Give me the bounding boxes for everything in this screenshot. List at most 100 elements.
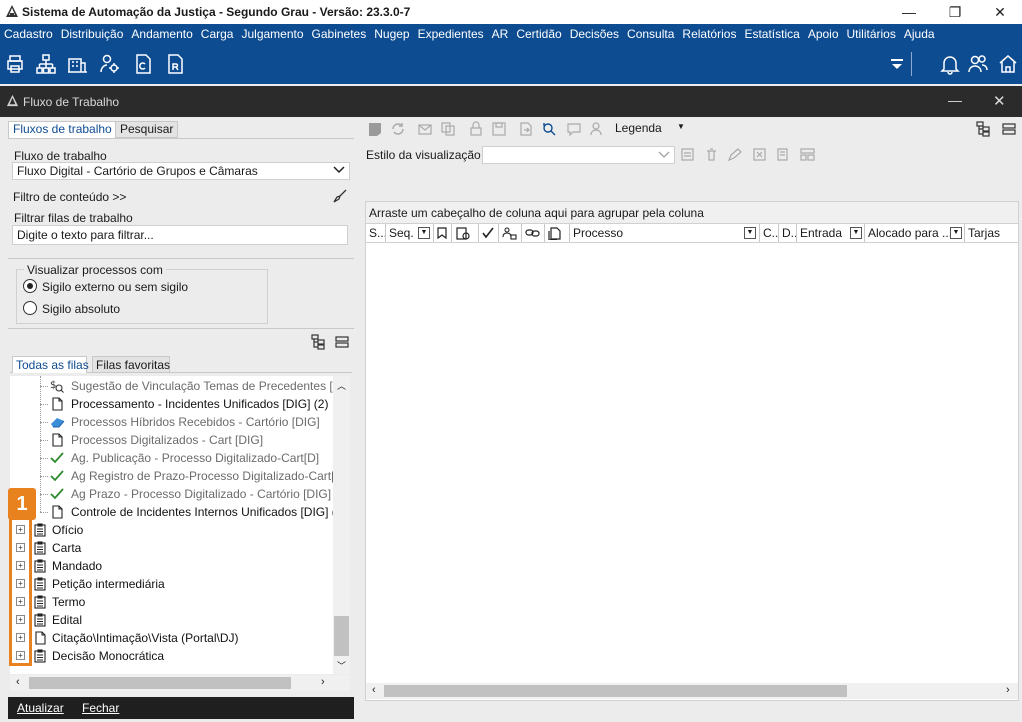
atualizar-button[interactable]: Atualizar (17, 701, 64, 715)
save-doc-icon[interactable] (491, 121, 507, 137)
export-style-icon[interactable] (752, 147, 767, 162)
menu-item[interactable]: Consulta (623, 27, 678, 41)
col-header-tarjas[interactable]: Tarjas (965, 224, 1018, 242)
lock-doc-icon[interactable] (468, 121, 484, 137)
tree-item[interactable]: + Decisão Monocrática (10, 647, 332, 665)
menu-item[interactable]: Distribuição (57, 27, 128, 41)
col-link-icon[interactable] (522, 224, 545, 242)
home-icon[interactable] (997, 53, 1019, 75)
tree-item[interactable]: Ag. Publicação - Processo Digitalizado-C… (10, 449, 332, 467)
scroll-h-thumb[interactable] (29, 677, 291, 689)
estilo-select[interactable] (482, 146, 675, 164)
col-entrada-filter-icon[interactable]: ▼ (850, 227, 862, 239)
document-r-icon[interactable] (164, 53, 186, 75)
tree-item[interactable]: + Ofício (10, 521, 332, 539)
dropdown-icon[interactable] (886, 53, 908, 75)
scroll-down-icon[interactable]: ﹀ (337, 659, 346, 672)
scroll-up-icon[interactable]: ︿ (337, 379, 346, 392)
doc-transfer-icon[interactable] (518, 121, 534, 137)
menu-item[interactable]: Andamento (127, 27, 196, 41)
tree-expand-icon-right[interactable] (976, 121, 992, 137)
menu-item[interactable]: Certidão (512, 27, 565, 41)
menu-item[interactable]: Gabinetes (308, 27, 371, 41)
col-check-icon[interactable] (479, 224, 499, 242)
menu-item[interactable]: Expedientes (414, 27, 488, 41)
menu-item[interactable]: Cadastro (0, 27, 57, 41)
minimize-button[interactable]: — (886, 0, 932, 24)
scroll-right-icon[interactable]: › (321, 676, 325, 688)
copy-icon[interactable] (440, 121, 456, 137)
tree-horizontal-scrollbar[interactable]: ‹ › (10, 675, 350, 691)
tree-item[interactable]: + Citação\Intimação\Vista (Portal\DJ) (10, 629, 332, 647)
save-style-icon[interactable] (680, 147, 695, 162)
org-chart-icon[interactable] (35, 53, 57, 75)
menu-item[interactable]: Relatórios (678, 27, 740, 41)
col-header-s[interactable]: S... (366, 224, 386, 242)
tab-filas-favoritas[interactable]: Filas favoritas (92, 356, 170, 373)
tree-item[interactable]: + Carta (10, 539, 332, 557)
col-header-processo[interactable]: Processo (570, 224, 760, 242)
legenda-menu[interactable]: Legenda (615, 121, 662, 135)
fluxo-select[interactable]: Fluxo Digital - Cartório de Grupos e Câm… (12, 162, 350, 180)
scroll-thumb[interactable] (334, 616, 349, 656)
tree-item[interactable]: + Petição intermediária (10, 575, 332, 593)
menu-item[interactable]: Carga (197, 27, 238, 41)
tree-item[interactable]: + Edital (10, 611, 332, 629)
grid-scroll-right-icon[interactable]: › (1006, 684, 1010, 696)
edit-style-icon[interactable] (727, 147, 742, 162)
col-docs-icon[interactable] (545, 224, 570, 242)
grid-scroll-thumb[interactable] (384, 685, 847, 697)
scroll-left-icon[interactable]: ‹ (16, 676, 20, 688)
grid-scroll-left-icon[interactable]: ‹ (372, 684, 376, 696)
tree-item[interactable]: Processos Híbridos Recebidos - Cartório … (10, 413, 332, 431)
tree-item[interactable]: $ Sugestão de Vinculação Temas de Precede… (10, 377, 350, 395)
col-seq-filter-icon[interactable]: ▼ (418, 227, 430, 239)
menu-item[interactable]: Julgamento (237, 27, 307, 41)
radio-sigilo-absoluto[interactable] (23, 301, 37, 315)
printer-icon[interactable] (4, 53, 26, 75)
fluxo-minimize-button[interactable]: — (948, 92, 962, 108)
tree-item[interactable]: + Termo (10, 593, 332, 611)
mail-check-icon[interactable] (417, 121, 433, 137)
user-star-icon[interactable] (588, 121, 604, 137)
doc-style-icon[interactable] (775, 147, 790, 162)
tree-item[interactable]: + Mandado (10, 557, 332, 575)
broom-icon[interactable] (333, 189, 347, 203)
menu-item[interactable]: Apoio (804, 27, 843, 41)
filtro-conteudo-link[interactable]: Filtro de conteúdo >> (13, 190, 126, 204)
menu-item[interactable]: Nugep (370, 27, 413, 41)
tab-todas-as-filas[interactable]: Todas as filas (12, 356, 89, 373)
delete-style-icon[interactable] (704, 147, 719, 162)
layout-style-icon[interactable] (799, 147, 816, 162)
col-alocado-filter-icon[interactable]: ▼ (950, 227, 962, 239)
tab-pesquisar[interactable]: Pesquisar (115, 121, 179, 138)
menu-item[interactable]: AR (488, 27, 513, 41)
tree-expand-icon[interactable] (311, 334, 327, 350)
users-icon[interactable] (967, 53, 989, 75)
tree-item[interactable]: Controle de Incidentes Internos Unificad… (10, 503, 346, 521)
col-users-icon[interactable] (499, 224, 522, 242)
fluxo-close-button[interactable]: ✕ (993, 92, 1006, 110)
tree-item[interactable]: Processos Digitalizados - Cart [DIG] (10, 431, 332, 449)
col-header-d[interactable]: D... (779, 224, 797, 242)
group-by-area[interactable]: Arraste um cabeçalho de coluna aqui para… (366, 202, 1018, 224)
col-clipboard-icon[interactable] (452, 224, 479, 242)
restore-button[interactable]: ❐ (932, 0, 978, 24)
tree-item[interactable]: Ag Prazo - Processo Digitalizado - Cartó… (10, 485, 332, 503)
tab-fluxos-de-trabalho[interactable]: Fluxos de trabalho (8, 121, 117, 138)
tree-item[interactable]: Ag Registro de Prazo-Processo Digitaliza… (10, 467, 346, 485)
tree-collapse-icon[interactable] (334, 334, 350, 350)
bell-icon[interactable] (939, 53, 961, 75)
legenda-dropdown-icon[interactable]: ▼ (677, 122, 685, 131)
radio-sigilo-externo[interactable] (23, 279, 37, 293)
menu-item[interactable]: Estatística (740, 27, 803, 41)
comment-icon[interactable] (566, 121, 582, 137)
stop-icon[interactable] (367, 121, 383, 137)
tree-collapse-icon-right[interactable] (1001, 121, 1017, 137)
col-header-c[interactable]: C... (760, 224, 779, 242)
building-icon[interactable] (66, 53, 88, 75)
menu-item[interactable]: Decisões (566, 27, 623, 41)
document-c-icon[interactable] (132, 53, 154, 75)
fechar-button[interactable]: Fechar (82, 701, 119, 715)
user-settings-icon[interactable] (99, 53, 121, 75)
